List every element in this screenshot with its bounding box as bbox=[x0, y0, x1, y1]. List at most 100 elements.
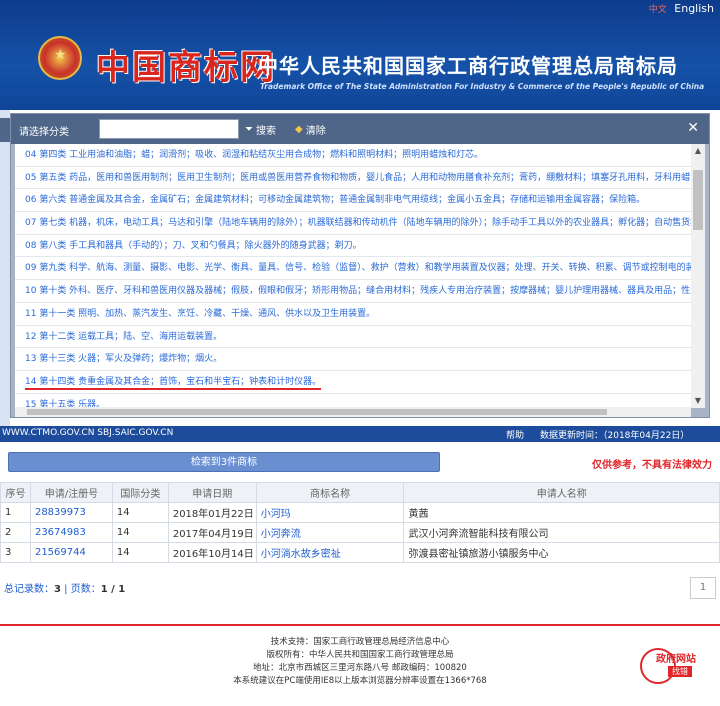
class-item-label: 14 第十四类 贵重金属及其合金；首饰，宝石和半宝石；钟表和计时仪器。 bbox=[25, 376, 322, 390]
reg-number-link[interactable]: 21569744 bbox=[29, 542, 113, 563]
table-cell: 武汉小河奔流智能科技有限公司 bbox=[403, 522, 720, 543]
class-list-item[interactable]: 07 第七类 机器，机床，电动工具；马达和引擎（陆地车辆用的除外）；机器联结器和… bbox=[15, 212, 691, 235]
class-item-label: 10 第十类 外科、医疗、牙科和兽医用仪器及器械；假肢，假眼和假牙；矫形用物品；… bbox=[25, 286, 691, 297]
table-cell: 1 bbox=[0, 502, 31, 523]
footer-support: 技术支持：国家工商行政管理总局经济信息中心 bbox=[270, 637, 450, 647]
class-item-label: 07 第七类 机器，机床，电动工具；马达和引擎（陆地车辆用的除外）；机器联结器和… bbox=[25, 218, 691, 229]
class-list-item[interactable]: 10 第十类 外科、医疗、牙科和兽医用仪器及器械；假肢，假眼和假牙；矫形用物品；… bbox=[15, 280, 691, 303]
class-item-label: 09 第九类 科学、航海、测量、摄影、电影、光学、衡具、量具、信号、检验（监督）… bbox=[25, 263, 691, 274]
close-icon[interactable]: ✕ bbox=[687, 120, 699, 136]
column-header: 申请人名称 bbox=[403, 482, 720, 503]
trademark-name-link[interactable]: 小河奔流 bbox=[255, 522, 405, 543]
scroll-up-icon[interactable]: ▲ bbox=[691, 144, 705, 158]
class-item-label: 11 第十一类 照明、加热、蒸汽发生、烹饪、冷藏、干燥、通风、供水以及卫生用装置… bbox=[25, 308, 376, 319]
column-header: 序号 bbox=[0, 482, 31, 503]
class-list-item[interactable]: 05 第五类 药品，医用和兽医用制剂；医用卫生制剂；医用或兽医用营养食物和物质，… bbox=[15, 167, 691, 190]
class-item-label: 13 第十三类 火器；军火及弹药；爆炸物；烟火。 bbox=[25, 354, 223, 365]
total-count: 3 bbox=[54, 584, 61, 595]
class-search-input[interactable] bbox=[99, 119, 239, 139]
table-cell: 2 bbox=[0, 522, 31, 543]
table-cell: 14 bbox=[111, 522, 169, 543]
disclaimer: 仅供参考，不具有法律效力 bbox=[592, 460, 712, 471]
reg-number-link[interactable]: 28839973 bbox=[29, 502, 113, 523]
result-count-button[interactable]: 检索到3件商标 bbox=[8, 452, 440, 472]
badge-text: 政府网站 bbox=[656, 654, 696, 665]
total-label: 总记录数： bbox=[4, 584, 54, 595]
class-item-label: 05 第五类 药品，医用和兽医用制剂；医用卫生制剂；医用或兽医用营养食物和物质，… bbox=[25, 172, 691, 183]
search-button[interactable]: ⏷ 搜索 bbox=[245, 122, 276, 137]
site-logo-text: 中国商标网 bbox=[96, 48, 276, 88]
org-title-en: Trademark Office of The State Administra… bbox=[260, 82, 705, 91]
footer-browser-note: 本系统建议在PC端使用IE8以上版本浏览器分辨率设置在1366*768 bbox=[233, 676, 487, 686]
column-header: 申请/注册号 bbox=[29, 482, 113, 503]
table-cell: 14 bbox=[111, 502, 169, 523]
class-list-item[interactable]: 04 第四类 工业用油和油脂；蜡；润滑剂；吸收、润湿和粘结灰尘用合成物；燃料和照… bbox=[15, 144, 691, 167]
class-list-item[interactable]: 14 第十四类 贵重金属及其合金；首饰，宝石和半宝石；钟表和计时仪器。 bbox=[15, 371, 691, 394]
class-item-label: 04 第四类 工业用油和油脂；蜡；润滑剂；吸收、润湿和粘结灰尘用合成物；燃料和照… bbox=[25, 150, 484, 160]
eraser-icon: ◆ bbox=[295, 124, 303, 135]
footer-copyright: 版权所有：中华人民共和国国家工商行政管理总局 bbox=[266, 650, 454, 660]
table-cell: 14 bbox=[111, 542, 169, 563]
class-item-label: 08 第八类 手工具和器具（手动的）；刀、叉和勺餐具；除火器外的随身武器；剃刀。 bbox=[25, 240, 362, 251]
table-cell: 黄茜 bbox=[403, 502, 720, 523]
class-list-item[interactable]: 12 第十二类 运载工具；陆、空、海用运载装置。 bbox=[15, 326, 691, 349]
modal-toolbar: 请选择分类 ⏷ 搜索 ◆ 清除 ✕ bbox=[11, 114, 709, 144]
table-cell: 2018年01月22日 bbox=[167, 502, 257, 523]
class-list-item[interactable]: 13 第十三类 火器；军火及弹药；爆炸物；烟火。 bbox=[15, 348, 691, 371]
site-footer: 技术支持：国家工商行政管理总局经济信息中心 版权所有：中华人民共和国国家工商行政… bbox=[0, 636, 720, 688]
left-sidebar-remnant bbox=[0, 110, 10, 426]
lang-cn-link[interactable]: 中文 bbox=[649, 5, 667, 15]
horizontal-scrollbar[interactable] bbox=[15, 407, 691, 417]
scroll-down-icon[interactable]: ▼ bbox=[691, 394, 705, 408]
class-select-modal: 请选择分类 ⏷ 搜索 ◆ 清除 ✕ 04 第四类 工业用油和油脂；蜡；润滑剂；吸… bbox=[10, 113, 710, 418]
results-table: 序号 申请/注册号 国际分类 申请日期 商标名称 申请人名称 1 28839973 14 201… bbox=[0, 482, 720, 563]
help-link[interactable]: 帮助 bbox=[506, 428, 524, 441]
site-header: 中文 English ★ 中国商标网 中华人民共和国国家工商行政管理总局商标局 … bbox=[0, 0, 720, 110]
table-cell: 3 bbox=[0, 542, 31, 563]
class-list: 04 第四类 工业用油和油脂；蜡；润滑剂；吸收、润湿和粘结灰尘用合成物；燃料和照… bbox=[15, 144, 691, 408]
org-title: 中华人民共和国国家工商行政管理总局商标局 bbox=[258, 54, 678, 78]
select-class-label: 请选择分类 bbox=[19, 127, 69, 138]
table-header-row: 序号 申请/注册号 国际分类 申请日期 商标名称 申请人名称 bbox=[0, 482, 720, 503]
badge-report-label: 找错 bbox=[668, 666, 692, 677]
table-cell: 2017年04月19日 bbox=[167, 522, 257, 543]
gov-site-badge[interactable]: 政府网站 找错 bbox=[640, 644, 712, 684]
vertical-scrollbar[interactable]: ▲ ▼ bbox=[691, 144, 705, 408]
update-date: 数据更新时间：（2018年04月22日） bbox=[540, 431, 690, 441]
class-list-item[interactable]: 09 第九类 科学、航海、测量、摄影、电影、光学、衡具、量具、信号、检验（监督）… bbox=[15, 257, 691, 281]
filter-icon: ⏷ bbox=[245, 124, 253, 135]
table-row: 2 23674983 14 2017年04月19日 小河奔流 武汉小河奔流智能科技有限公司 bbox=[0, 522, 720, 543]
class-list-item[interactable]: 15 第十五类 乐器。 bbox=[15, 394, 691, 408]
trademark-name-link[interactable]: 小河玛 bbox=[255, 502, 405, 523]
trademark-name-link[interactable]: 小河淌水故乡密祉 bbox=[255, 542, 405, 563]
pagination-summary: 总记录数：3 | 页数：1 / 1 bbox=[4, 580, 125, 595]
clear-button[interactable]: ◆ 清除 bbox=[295, 122, 326, 137]
language-switch: 中文 English bbox=[649, 2, 714, 15]
clear-button-label: 清除 bbox=[305, 126, 326, 137]
table-row: 1 28839973 14 2018年01月22日 小河玛 黄茜 bbox=[0, 502, 720, 523]
class-item-label: 12 第十二类 运载工具；陆、空、海用运载装置。 bbox=[25, 331, 223, 342]
site-urls: WWW.CTMO.GOV.CN SBJ.SAIC.GOV.CN bbox=[2, 428, 174, 438]
page-button[interactable]: 1 bbox=[690, 577, 716, 599]
search-button-label: 搜索 bbox=[256, 126, 276, 137]
class-list-item[interactable]: 06 第六类 普通金属及其合金，金属矿石；金属建筑材料；可移动金属建筑物；普通金… bbox=[15, 189, 691, 213]
table-cell: 2016年10月14日 bbox=[167, 542, 257, 563]
class-list-item[interactable]: 08 第八类 手工具和器具（手动的）；刀、叉和勺餐具；除火器外的随身武器；剃刀。 bbox=[15, 235, 691, 258]
footer-address: 地址：北京市西城区三里河东路八号 邮政编码：100820 bbox=[253, 663, 467, 673]
column-header: 申请日期 bbox=[167, 482, 257, 503]
status-bar: WWW.CTMO.GOV.CN SBJ.SAIC.GOV.CN 帮助 数据更新时… bbox=[0, 426, 720, 442]
class-list-item[interactable]: 11 第十一类 照明、加热、蒸汽发生、烹饪、冷藏、干燥、通风、供水以及卫生用装置… bbox=[15, 303, 691, 326]
scrollbar-thumb[interactable] bbox=[693, 170, 703, 230]
reg-number-link[interactable]: 23674983 bbox=[29, 522, 113, 543]
pages-value: 1 / 1 bbox=[100, 584, 126, 595]
table-row: 3 21569744 14 2016年10月14日 小河淌水故乡密祉 弥渡县密祉镇旅游小镇… bbox=[0, 542, 720, 563]
column-header: 商标名称 bbox=[255, 482, 405, 503]
left-dark-block bbox=[0, 118, 10, 142]
column-header: 国际分类 bbox=[111, 482, 169, 503]
class-item-label: 06 第六类 普通金属及其合金，金属矿石；金属建筑材料；可移动金属建筑物；普通金… bbox=[25, 195, 646, 206]
star-icon: ★ bbox=[54, 47, 67, 63]
hscrollbar-thumb[interactable] bbox=[27, 409, 607, 415]
table-cell: 弥渡县密祉镇旅游小镇服务中心 bbox=[403, 542, 720, 563]
footer-divider bbox=[0, 624, 720, 626]
lang-en-link[interactable]: English bbox=[674, 2, 714, 15]
